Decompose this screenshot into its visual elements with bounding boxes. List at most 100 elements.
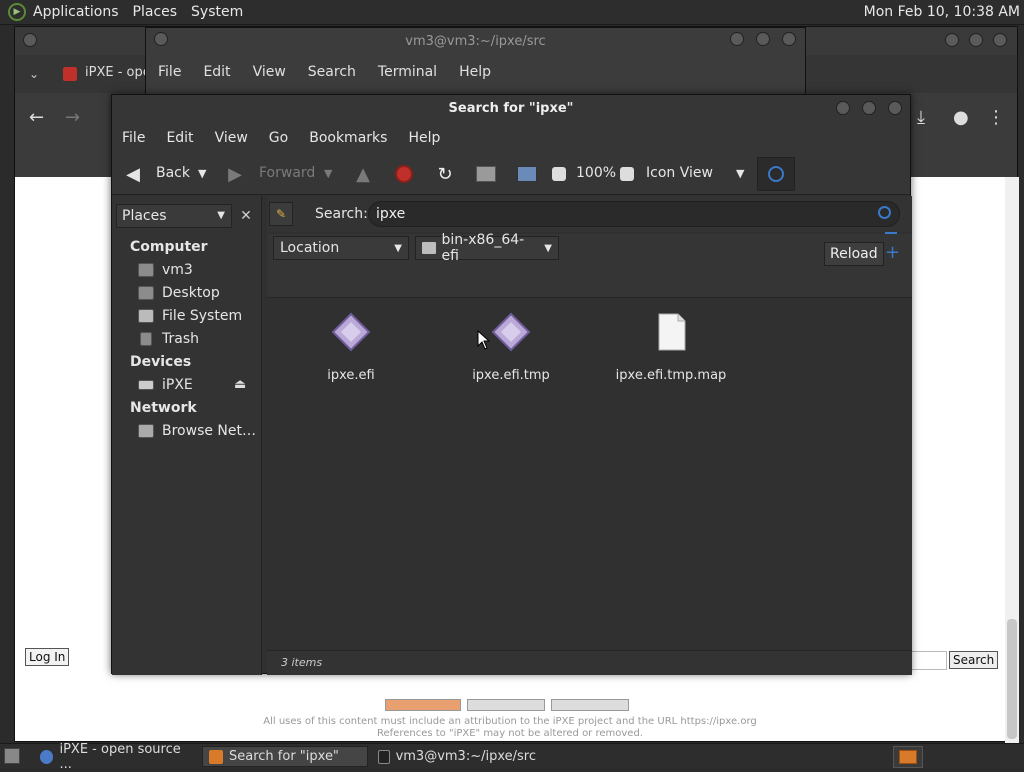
task-browser[interactable]: iPXE - open source ... <box>34 742 198 772</box>
back-arrow-icon[interactable]: ◀ <box>122 163 144 185</box>
search-query: ipxe <box>376 206 406 222</box>
criterion-select-label: Location <box>280 240 340 256</box>
menu-view[interactable]: View <box>215 130 259 146</box>
sidebar-item-label: vm3 <box>162 262 193 278</box>
terminal-minimize-button[interactable] <box>730 32 744 46</box>
terminal-maximize-button[interactable] <box>756 32 770 46</box>
item-count: 3 items <box>281 656 323 669</box>
download-icon[interactable]: ⤓ <box>917 107 925 128</box>
sidebar-item-browse-network[interactable]: Browse Net… <box>138 423 256 439</box>
search-toggle-button[interactable] <box>757 157 795 191</box>
account-icon[interactable]: ● <box>953 107 969 128</box>
criterion-select[interactable]: Location ▼ <box>273 236 409 260</box>
computer-icon[interactable] <box>516 163 538 185</box>
sidebar-item-vm3[interactable]: vm3 <box>138 262 193 278</box>
wiki-search-input[interactable] <box>909 651 947 670</box>
system-menu[interactable]: System <box>184 4 250 20</box>
up-arrow-icon[interactable]: ▲ <box>352 163 374 185</box>
search-input[interactable]: ipxe <box>368 201 900 227</box>
sidebar-item-label: Desktop <box>162 285 220 301</box>
eject-icon[interactable]: ⏏ <box>234 377 246 392</box>
view-mode-chevron-icon[interactable]: ▼ <box>736 167 744 180</box>
forward-arrow-icon[interactable]: ▶ <box>224 163 246 185</box>
fm-close-button[interactable] <box>888 101 902 115</box>
sidebar-close-icon[interactable]: ✕ <box>234 204 258 228</box>
search-field-icon[interactable] <box>878 206 891 219</box>
wiki-search-button[interactable]: Search <box>949 651 999 669</box>
trash-icon <box>140 332 152 346</box>
terminal-close-button[interactable] <box>782 32 796 46</box>
sidebar-selector-label: Places <box>122 208 167 224</box>
browser-forward-icon[interactable]: → <box>65 107 80 128</box>
edit-location-button[interactable]: ✎ <box>269 202 293 226</box>
forward-button[interactable]: Forward <box>259 165 315 181</box>
sidebar-item-label: File System <box>162 308 243 324</box>
close-button[interactable] <box>993 33 1007 47</box>
menu-file[interactable]: File <box>122 130 156 146</box>
menu-bookmarks[interactable]: Bookmarks <box>309 130 398 146</box>
workspace-switcher[interactable] <box>893 746 923 768</box>
task-file-manager[interactable]: Search for "ipxe" <box>202 746 368 767</box>
show-desktop-icon[interactable] <box>4 748 20 764</box>
stop-icon[interactable] <box>393 163 415 185</box>
menu-go[interactable]: Go <box>269 130 299 146</box>
terminal-menu-edit[interactable]: Edit <box>203 64 230 80</box>
page-scrollbar-thumb[interactable] <box>1007 619 1017 739</box>
sidebar-item-ipxe-drive[interactable]: iPXE <box>138 377 193 393</box>
remove-criterion-icon[interactable] <box>885 232 897 234</box>
file-item-ipxe-efi-tmp[interactable]: ipxe.efi.tmp <box>451 312 571 383</box>
terminal-menu-search[interactable]: Search <box>308 64 356 80</box>
terminal-menu-file[interactable]: File <box>158 64 181 80</box>
reload-icon[interactable]: ↻ <box>434 163 456 185</box>
applications-menu[interactable]: Applications <box>26 4 126 20</box>
back-button[interactable]: Back <box>156 165 190 181</box>
file-item-ipxe-efi-tmp-map[interactable]: ipxe.efi.tmp.map <box>611 312 731 383</box>
file-item-ipxe-efi[interactable]: ipxe.efi <box>291 312 411 383</box>
menu-edit[interactable]: Edit <box>166 130 204 146</box>
desktop-folder-icon <box>138 286 154 300</box>
add-criterion-icon[interactable]: + <box>885 242 900 263</box>
terminal-menu-terminal[interactable]: Terminal <box>378 64 437 80</box>
cc-license-badge[interactable] <box>467 699 545 711</box>
back-history-chevron-icon[interactable]: ▼ <box>198 167 206 180</box>
task-label: iPXE - open source ... <box>59 741 181 772</box>
browser-menu-icon[interactable]: ⋮ <box>987 107 1005 128</box>
tab-list-chevron-icon[interactable]: ⌄ <box>29 67 39 81</box>
task-terminal[interactable]: vm3@vm3:~/ipxe/src <box>372 746 542 767</box>
window-menu-button[interactable] <box>23 33 37 47</box>
places-menu[interactable]: Places <box>126 4 185 20</box>
distro-logo-icon[interactable]: ▶ <box>8 3 26 21</box>
footer-references: References to "iPXE" may not be altered … <box>377 728 643 739</box>
sidebar-item-trash[interactable]: Trash <box>138 331 199 347</box>
login-button[interactable]: Log In <box>25 648 70 666</box>
location-select[interactable]: bin-x86_64-efi ▼ <box>415 232 559 264</box>
browser-tab-ipxe[interactable]: iPXE - ope <box>85 65 151 80</box>
home-icon[interactable] <box>475 163 497 185</box>
minimize-button[interactable] <box>945 33 959 47</box>
zoom-in-icon[interactable] <box>616 163 638 185</box>
terminal-menu-help[interactable]: Help <box>459 64 491 80</box>
footer-attribution: All uses of this content must include an… <box>263 716 757 727</box>
sidebar-item-desktop[interactable]: Desktop <box>138 285 220 301</box>
menu-help[interactable]: Help <box>408 130 451 146</box>
file-name: ipxe.efi <box>327 368 375 383</box>
sidebar-selector[interactable]: Places ▼ <box>116 204 232 228</box>
terminal-menu-view[interactable]: View <box>253 64 286 80</box>
forward-history-chevron-icon[interactable]: ▼ <box>324 167 332 180</box>
rss-badge[interactable] <box>385 699 461 711</box>
efi-binary-icon <box>491 312 531 352</box>
dokuwiki-badge[interactable] <box>551 699 629 711</box>
sidebar-item-label: Browse Net… <box>162 423 257 439</box>
sidebar-item-filesystem[interactable]: File System <box>138 308 242 324</box>
view-mode-select[interactable]: Icon View <box>646 165 713 181</box>
reload-button[interactable]: Reload <box>824 242 884 266</box>
maximize-button[interactable] <box>969 33 983 47</box>
browser-back-icon[interactable]: ← <box>29 107 44 128</box>
fm-maximize-button[interactable] <box>862 101 876 115</box>
zoom-out-icon[interactable] <box>548 163 570 185</box>
fm-toolbar: ◀ Back ▼ ▶ Forward ▼ ▲ ↻ 100% Icon View … <box>112 153 910 195</box>
clock[interactable]: Mon Feb 10, 10:38 AM <box>864 4 1020 20</box>
location-chevron-icon: ▼ <box>544 242 552 254</box>
sidebar: Places ▼ ✕ Computer vm3 Desktop File Sys… <box>112 196 262 675</box>
fm-minimize-button[interactable] <box>836 101 850 115</box>
